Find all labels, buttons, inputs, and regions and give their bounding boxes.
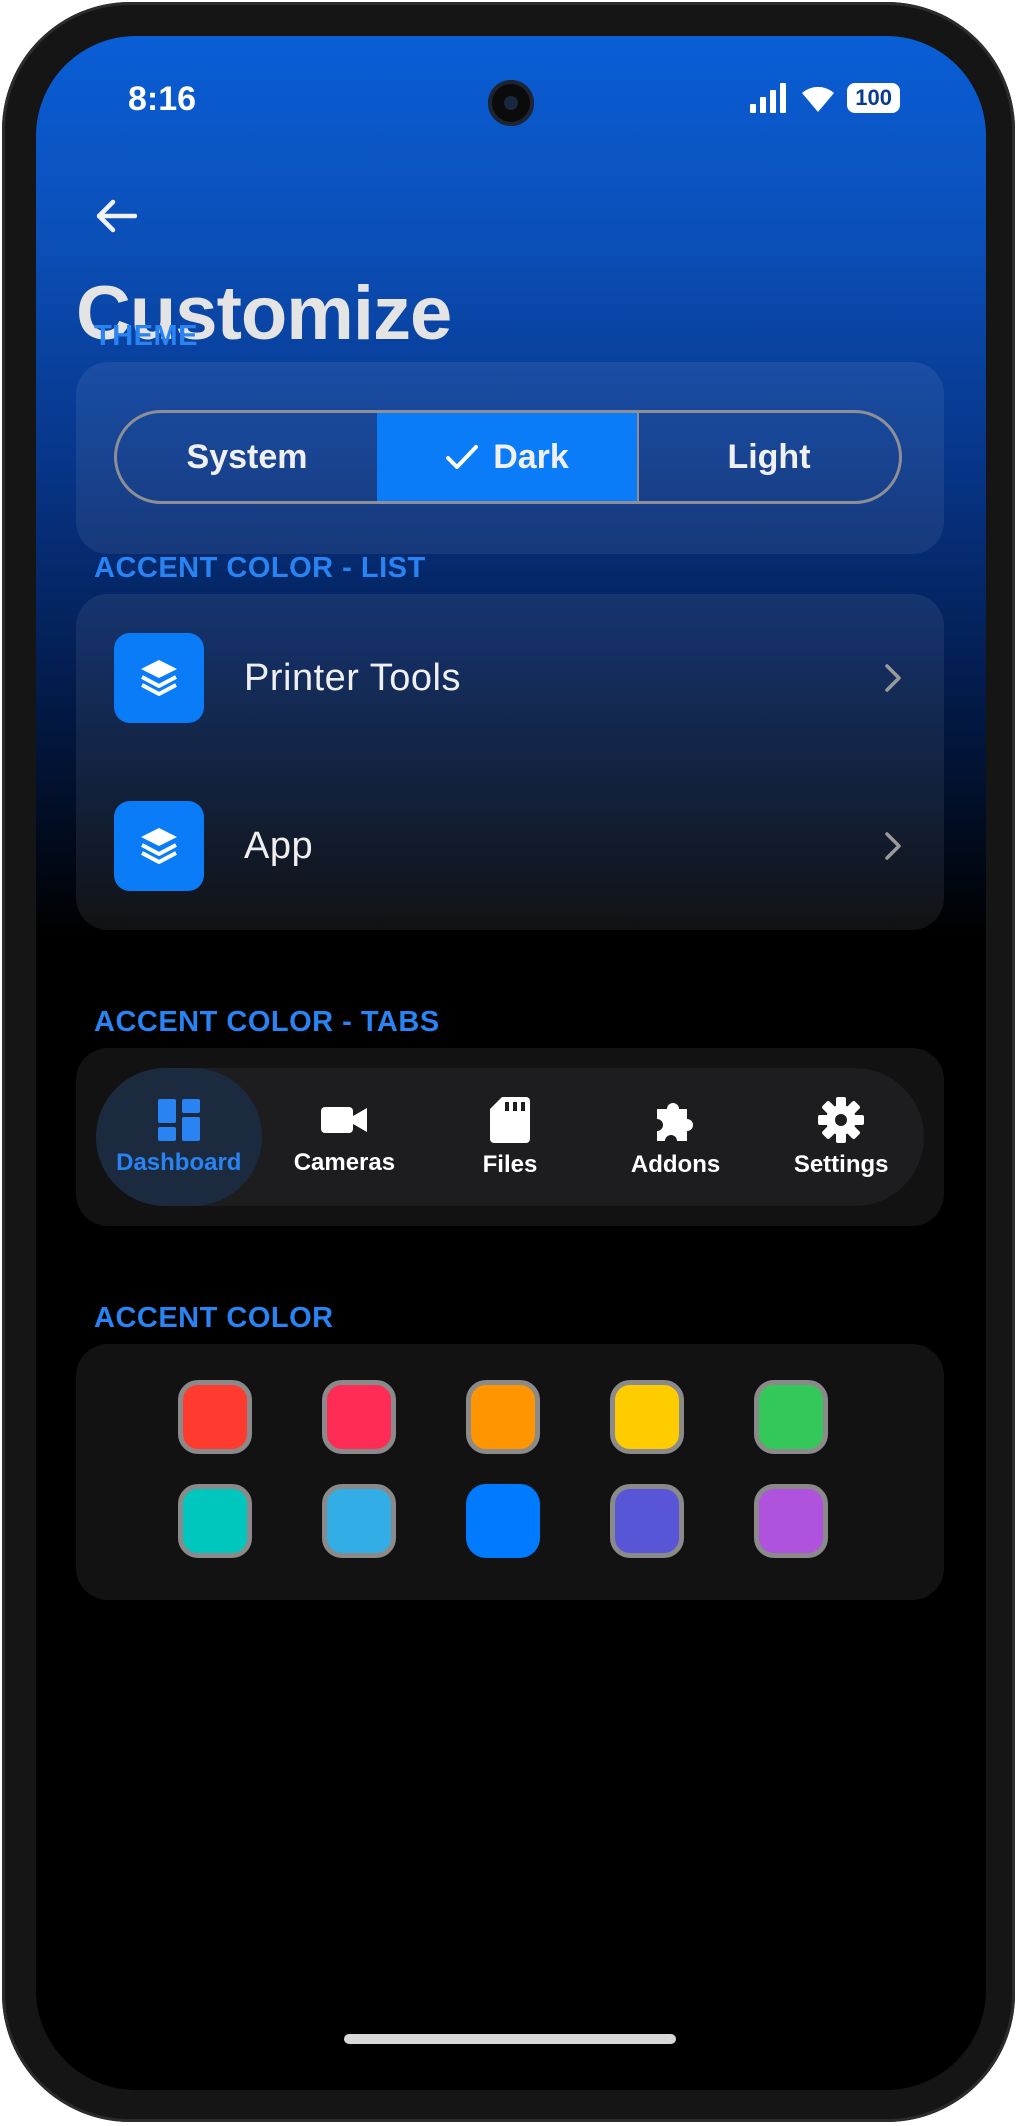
list-item-printer-tools[interactable]: Printer Tools	[76, 594, 944, 762]
chevron-right-icon	[885, 832, 901, 860]
status-time: 8:16	[128, 80, 197, 118]
wifi-icon	[802, 86, 835, 112]
theme-section-label: THEME	[94, 320, 198, 352]
puzzle-icon	[656, 1103, 693, 1141]
accent-list-card: Printer Tools App	[76, 594, 944, 930]
front-camera	[488, 80, 534, 126]
layers-icon	[141, 828, 177, 864]
dashboard-icon	[157, 1099, 200, 1141]
back-button[interactable]	[84, 184, 148, 248]
theme-segmented-control: System Dark Light	[114, 410, 902, 504]
tab-label: Addons	[630, 1151, 721, 1178]
tab-bar: Dashboard Cameras Files Addons Settings	[96, 1068, 924, 1206]
arrow-left-icon	[96, 199, 137, 233]
color-swatch[interactable]	[466, 1484, 540, 1558]
accent-tabs-card: Dashboard Cameras Files Addons Settings	[76, 1048, 944, 1226]
sd-card-icon	[489, 1097, 530, 1143]
theme-option-light[interactable]: Light	[639, 413, 899, 501]
tab-label: Settings	[793, 1151, 889, 1178]
color-swatch[interactable]	[178, 1484, 252, 1558]
layers-icon	[141, 660, 177, 696]
tab-label: Dashboard	[116, 1149, 242, 1176]
accent-tabs-section-label: ACCENT COLOR - TABS	[94, 1006, 440, 1038]
color-swatch[interactable]	[610, 1380, 684, 1454]
signal-icon	[750, 83, 787, 113]
list-item-icon-box	[114, 633, 204, 723]
theme-option-label: Light	[727, 437, 811, 476]
color-swatch[interactable]	[322, 1380, 396, 1454]
battery-indicator: 100	[847, 83, 900, 113]
theme-option-system[interactable]: System	[117, 413, 377, 501]
theme-option-label: System	[186, 437, 308, 476]
color-swatch[interactable]	[754, 1484, 828, 1558]
color-swatch[interactable]	[178, 1380, 252, 1454]
tab-addons[interactable]: Addons	[593, 1068, 759, 1206]
status-icons: 100	[749, 82, 900, 114]
tab-settings[interactable]: Settings	[758, 1068, 924, 1206]
accent-color-section-label: ACCENT COLOR	[94, 1302, 334, 1334]
theme-option-dark[interactable]: Dark	[377, 413, 637, 501]
tab-label: Files	[482, 1151, 538, 1178]
swatch-grid	[178, 1380, 878, 1558]
tab-files[interactable]: Files	[427, 1068, 593, 1206]
color-swatch[interactable]	[466, 1380, 540, 1454]
tab-dashboard[interactable]: Dashboard	[96, 1068, 262, 1206]
accent-list-section-label: ACCENT COLOR - LIST	[94, 552, 426, 584]
list-item-label: App	[244, 824, 314, 867]
accent-color-card	[76, 1344, 944, 1600]
phone-frame: 8:16 100 Customize THEME System Dark Lig…	[2, 2, 1015, 2122]
screen: 8:16 100 Customize THEME System Dark Lig…	[36, 36, 986, 2090]
check-icon	[446, 445, 479, 469]
chevron-right-icon	[885, 664, 901, 692]
theme-card: System Dark Light	[76, 362, 944, 554]
tab-cameras[interactable]: Cameras	[262, 1068, 428, 1206]
theme-option-label: Dark	[493, 437, 569, 476]
color-swatch[interactable]	[754, 1380, 828, 1454]
list-item-icon-box	[114, 801, 204, 891]
color-swatch[interactable]	[322, 1484, 396, 1558]
gear-icon	[818, 1097, 865, 1143]
color-swatch[interactable]	[610, 1484, 684, 1558]
video-camera-icon	[321, 1107, 368, 1133]
home-indicator[interactable]	[344, 2034, 676, 2044]
list-item-app[interactable]: App	[76, 762, 944, 930]
tab-label: Cameras	[293, 1149, 396, 1176]
list-item-label: Printer Tools	[244, 656, 462, 699]
